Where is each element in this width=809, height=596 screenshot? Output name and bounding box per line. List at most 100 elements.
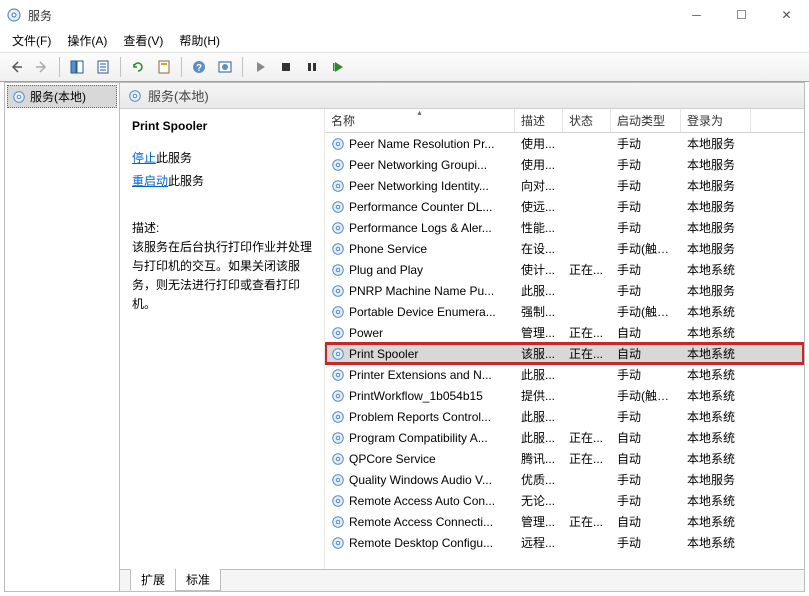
service-row[interactable]: Quality Windows Audio V... 优质... 手动本地服务 <box>325 469 804 490</box>
service-row[interactable]: Print Spooler该服...正在...自动本地系统 <box>325 343 804 364</box>
gear-icon <box>331 158 345 172</box>
tree-root-label: 服务(本地) <box>30 88 86 105</box>
service-row[interactable]: Remote Access Auto Con...无论...手动本地系统 <box>325 490 804 511</box>
service-row[interactable]: Portable Device Enumera...强制...手动(触发...本… <box>325 301 804 322</box>
service-row[interactable]: Power管理...正在...自动本地系统 <box>325 322 804 343</box>
service-desc-cell: 提供... <box>515 387 563 404</box>
column-desc[interactable]: 描述 <box>515 109 563 132</box>
service-row[interactable]: Plug and Play使计...正在...手动本地系统 <box>325 259 804 280</box>
sort-indicator-icon: ▴ <box>417 109 421 117</box>
menu-help[interactable]: 帮助(H) <box>171 30 228 51</box>
service-status-cell: 正在... <box>563 261 611 278</box>
tree-pane: 服务(本地) <box>5 83 120 591</box>
service-desc-cell: 使用... <box>515 135 563 152</box>
export-list-button[interactable] <box>91 55 115 79</box>
service-name-cell: Remote Access Connecti... <box>349 515 493 529</box>
title-bar: 服务 ─ ☐ ✕ <box>0 0 809 30</box>
gear-icon <box>331 242 345 256</box>
service-row[interactable]: PrintWorkflow_1b054b15提供...手动(触发...本地系统 <box>325 385 804 406</box>
service-row[interactable]: Printer Extensions and N...此服...手动本地系统 <box>325 364 804 385</box>
service-status-cell: 正在... <box>563 450 611 467</box>
restart-service-link[interactable]: 重启动 <box>132 174 168 188</box>
service-name-cell: Remote Desktop Configu... <box>349 536 493 550</box>
gear-icon <box>331 221 345 235</box>
column-logon[interactable]: 登录为 <box>681 109 751 132</box>
service-startup-cell: 手动 <box>611 261 681 278</box>
tree-root-services[interactable]: 服务(本地) <box>7 85 117 108</box>
column-startup[interactable]: 启动类型 <box>611 109 681 132</box>
service-desc-cell: 此服... <box>515 282 563 299</box>
gear-icon <box>12 90 26 104</box>
gear-icon <box>331 431 345 445</box>
service-row[interactable]: Peer Name Resolution Pr...使用...手动本地服务 <box>325 133 804 154</box>
column-status[interactable]: 状态 <box>563 109 611 132</box>
restart-service-button[interactable] <box>326 55 350 79</box>
back-button[interactable] <box>4 55 28 79</box>
gear-icon <box>331 326 345 340</box>
service-startup-cell: 手动 <box>611 282 681 299</box>
service-list: 名称▴ 描述 状态 启动类型 登录为 Peer Name Resolution … <box>325 109 804 569</box>
service-desc-cell: 无论... <box>515 492 563 509</box>
service-logon-cell: 本地系统 <box>681 387 751 404</box>
service-name-cell: Power <box>349 326 383 340</box>
stop-service-link[interactable]: 停止 <box>132 151 156 165</box>
service-startup-cell: 手动 <box>611 156 681 173</box>
service-desc-cell: 使计... <box>515 261 563 278</box>
minimize-button[interactable]: ─ <box>674 0 719 30</box>
pane-tabs: 扩展 标准 <box>120 569 804 591</box>
service-row[interactable]: QPCore Service腾讯...正在...自动本地系统 <box>325 448 804 469</box>
gear-icon <box>331 473 345 487</box>
forward-button[interactable] <box>30 55 54 79</box>
list-body[interactable]: Peer Name Resolution Pr...使用...手动本地服务 Pee… <box>325 133 804 569</box>
show-hide-tree-button[interactable] <box>65 55 89 79</box>
gear-icon <box>331 452 345 466</box>
service-row[interactable]: Performance Counter DL...使远...手动本地服务 <box>325 196 804 217</box>
tab-standard[interactable]: 标准 <box>175 569 221 591</box>
service-logon-cell: 本地系统 <box>681 429 751 446</box>
service-name-cell: Print Spooler <box>349 347 418 361</box>
menu-file[interactable]: 文件(F) <box>4 30 59 51</box>
properties-button[interactable] <box>152 55 176 79</box>
stop-service-button[interactable] <box>274 55 298 79</box>
service-row[interactable]: Peer Networking Identity...向对...手动本地服务 <box>325 175 804 196</box>
service-row[interactable]: Problem Reports Control...此服...手动本地系统 <box>325 406 804 427</box>
service-startup-cell: 自动 <box>611 513 681 530</box>
service-row[interactable]: Program Compatibility A...此服...正在...自动本地… <box>325 427 804 448</box>
service-row[interactable]: Remote Desktop Configu...远程...手动本地系统 <box>325 532 804 553</box>
service-startup-cell: 手动 <box>611 471 681 488</box>
maximize-button[interactable]: ☐ <box>719 0 764 30</box>
service-startup-cell: 手动 <box>611 408 681 425</box>
service-row[interactable]: Peer Networking Groupi...使用...手动本地服务 <box>325 154 804 175</box>
selected-service-name: Print Spooler <box>132 119 312 133</box>
service-logon-cell: 本地系统 <box>681 324 751 341</box>
service-name-cell: Quality Windows Audio V... <box>349 473 492 487</box>
service-desc-cell: 优质... <box>515 471 563 488</box>
column-name[interactable]: 名称▴ <box>325 109 515 132</box>
refresh-button[interactable] <box>126 55 150 79</box>
gear-icon <box>331 200 345 214</box>
pause-service-button[interactable] <box>300 55 324 79</box>
service-row[interactable]: Performance Logs & Aler...性能...手动本地服务 <box>325 217 804 238</box>
service-desc-cell: 使用... <box>515 156 563 173</box>
pane-header: 服务(本地) <box>120 83 804 109</box>
help-button-2[interactable] <box>213 55 237 79</box>
right-pane: 服务(本地) Print Spooler 停止此服务 重启动此服务 描述: 该服… <box>120 83 804 591</box>
menu-action[interactable]: 操作(A) <box>59 30 115 51</box>
start-service-button[interactable] <box>248 55 272 79</box>
service-row[interactable]: PNRP Machine Name Pu...此服...手动本地服务 <box>325 280 804 301</box>
service-desc-cell: 此服... <box>515 366 563 383</box>
service-logon-cell: 本地系统 <box>681 261 751 278</box>
service-name-cell: Performance Counter DL... <box>349 200 492 214</box>
tab-extended[interactable]: 扩展 <box>130 569 176 591</box>
service-name-cell: Remote Access Auto Con... <box>349 494 495 508</box>
close-button[interactable]: ✕ <box>764 0 809 30</box>
gear-icon <box>331 263 345 277</box>
service-row[interactable]: Phone Service在设...手动(触发...本地服务 <box>325 238 804 259</box>
gear-icon <box>331 347 345 361</box>
menu-view[interactable]: 查看(V) <box>115 30 171 51</box>
help-button[interactable]: ? <box>187 55 211 79</box>
service-status-cell: 正在... <box>563 429 611 446</box>
gear-icon <box>331 410 345 424</box>
service-row[interactable]: Remote Access Connecti...管理...正在...自动本地系… <box>325 511 804 532</box>
service-logon-cell: 本地服务 <box>681 471 751 488</box>
